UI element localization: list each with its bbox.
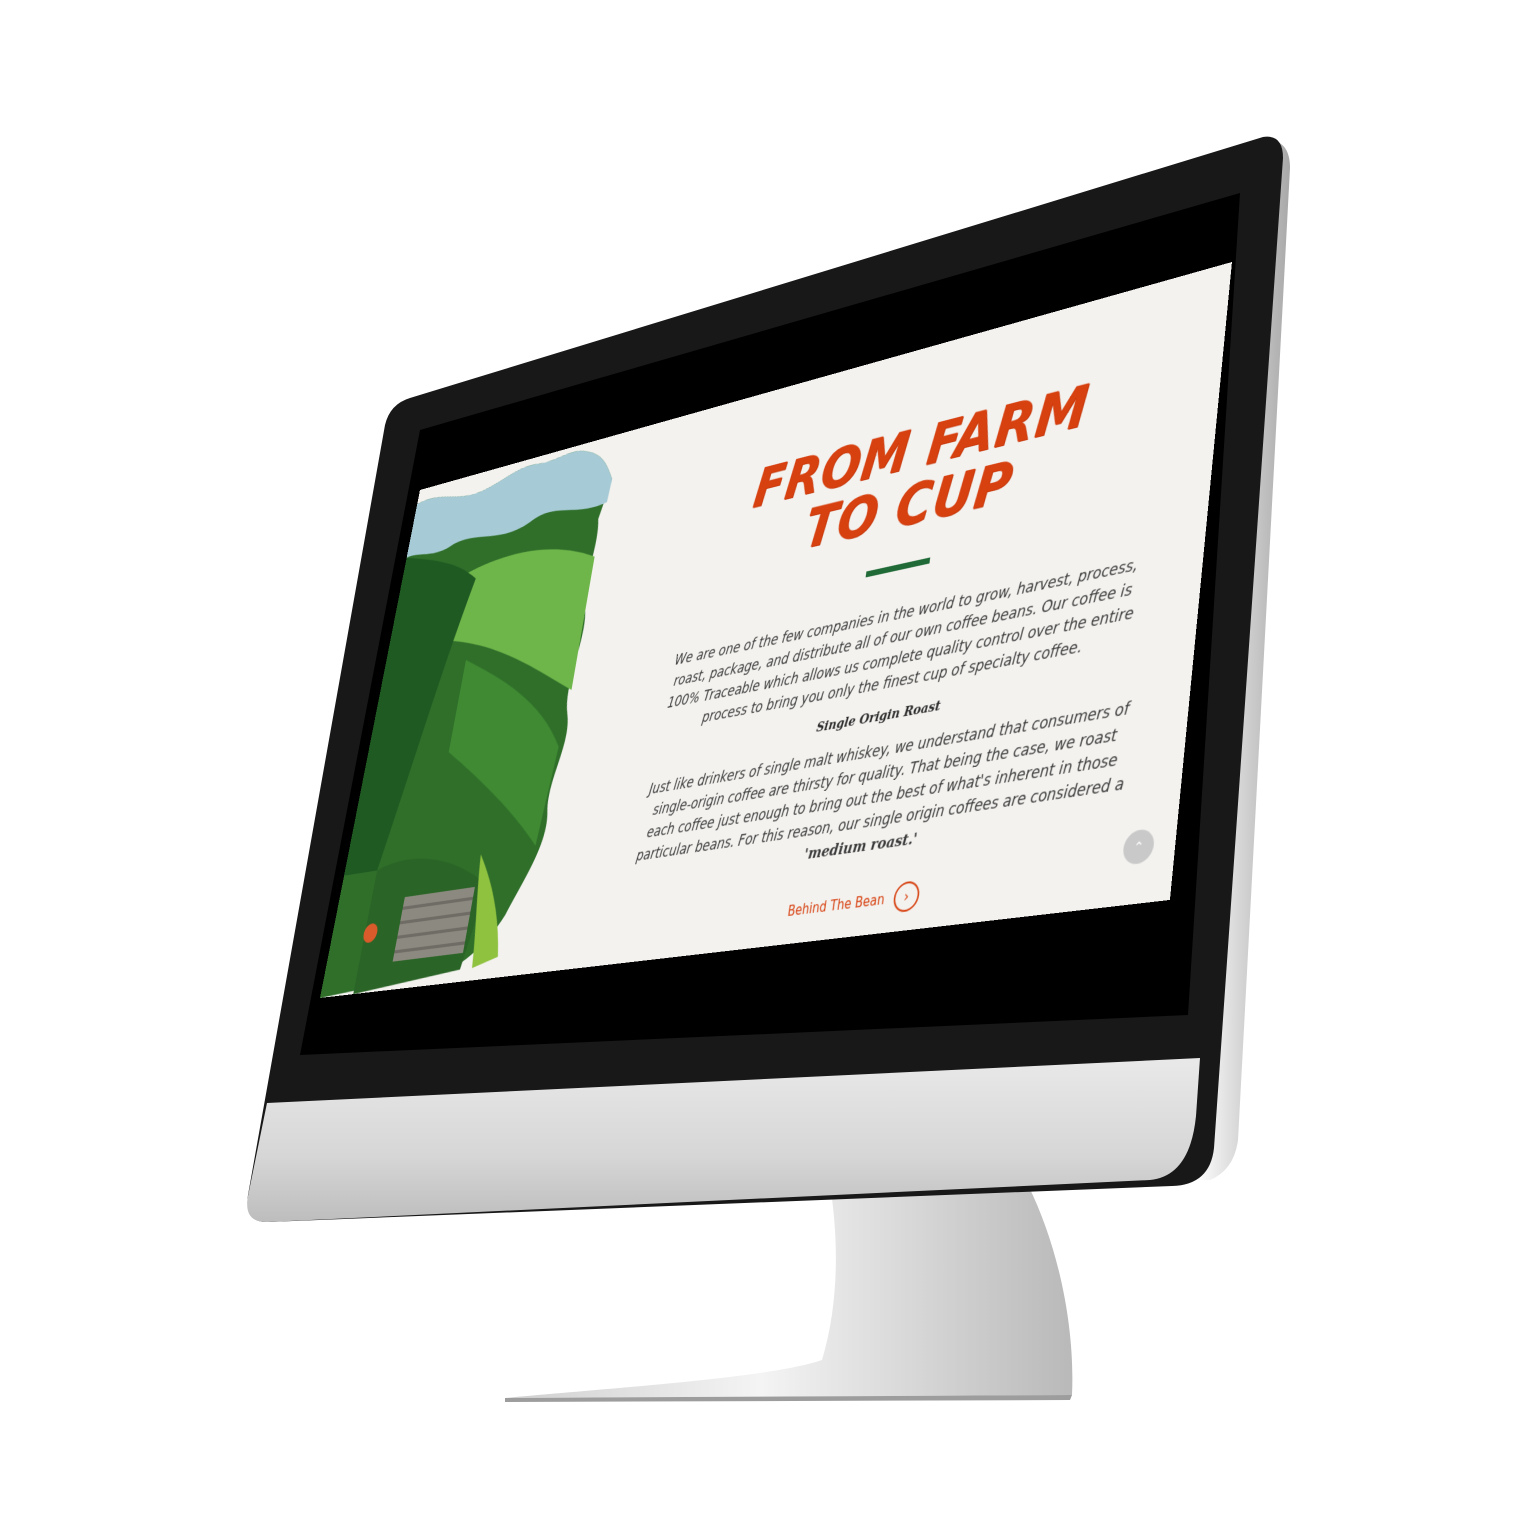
chevron-up-icon: ⌃ (1132, 837, 1145, 856)
chevron-right-icon: › (891, 879, 921, 914)
behind-the-bean-link[interactable]: Behind The Bean › (786, 879, 921, 926)
page-heading: FROM FARM TO CUP (749, 371, 1093, 562)
behind-the-bean-label: Behind The Bean (786, 890, 886, 920)
monitor-stand (505, 1185, 1073, 1402)
heading-divider (865, 557, 931, 578)
